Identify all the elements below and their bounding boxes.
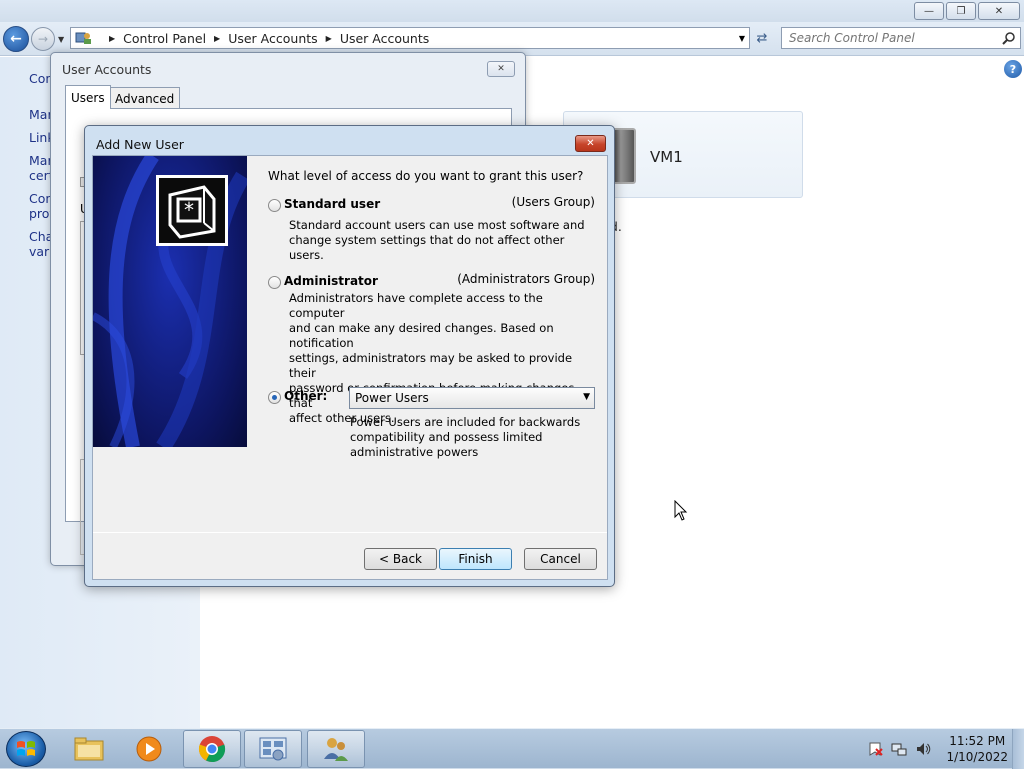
mouse-cursor-icon [674, 500, 688, 521]
taskbar-control-panel[interactable] [244, 730, 302, 768]
standard-user-description: Standard account users can use most soft… [289, 218, 599, 263]
chrome-icon [198, 736, 226, 763]
close-icon: ✕ [497, 64, 505, 74]
control-panel-icon [75, 32, 91, 44]
wizard-banner-image: * [93, 156, 247, 447]
description-line: administrative powers [350, 445, 479, 459]
dialog-body: * What level of access do you want to gr… [92, 155, 608, 580]
standard-user-radio[interactable] [268, 199, 281, 212]
svg-text:*: * [184, 198, 194, 222]
tab-users[interactable]: Users [65, 85, 111, 109]
taskbar-media-player[interactable] [120, 730, 178, 768]
chevron-right-icon[interactable]: ▶ [326, 34, 332, 43]
address-bar[interactable]: ▶ Control Panel ▶ User Accounts ▶ User A… [70, 27, 750, 49]
restore-icon: ❐ [956, 5, 966, 17]
users-icon [324, 738, 348, 761]
search-input[interactable] [789, 31, 989, 45]
taskbar-user-accounts[interactable] [307, 730, 365, 768]
back-button[interactable]: ← [3, 26, 29, 52]
close-icon: ✕ [586, 138, 595, 149]
taskbar-chrome[interactable] [183, 730, 241, 768]
administrator-radio[interactable] [268, 276, 281, 289]
close-window-button[interactable]: ✕ [978, 2, 1020, 20]
breadcrumb-user-accounts-current[interactable]: User Accounts [340, 31, 429, 46]
action-center-icon[interactable] [866, 740, 884, 758]
tab-advanced[interactable]: Advanced [109, 87, 181, 109]
description-line: Administrators have complete access to t… [289, 291, 543, 320]
access-level-question: What level of access do you want to gran… [268, 169, 584, 183]
navigation-bar: ← → ▼ ▶ Control Panel ▶ User Accounts ▶ … [0, 22, 1024, 56]
breadcrumb-control-panel[interactable]: Control Panel [123, 31, 206, 46]
chevron-down-icon[interactable]: ▼ [739, 34, 745, 43]
key-icon: * [156, 175, 228, 246]
dialog-title: User Accounts [62, 62, 152, 77]
windows-logo-icon [17, 741, 35, 756]
finish-button[interactable]: Finish [439, 548, 512, 570]
administrator-group: (Administrators Group) [457, 272, 595, 286]
standard-user-label[interactable]: Standard user [284, 197, 380, 211]
description-line: compatibility and possess limited [350, 430, 543, 444]
close-icon: ✕ [994, 5, 1004, 17]
description-line: change system settings that do not affec… [289, 233, 565, 262]
group-select-value: Power Users [355, 391, 429, 405]
other-description: Power Users are included for backwards c… [350, 415, 590, 460]
other-radio[interactable] [268, 391, 281, 404]
taskbar-clock[interactable]: 11:52 PM 1/10/2022 [946, 733, 1008, 765]
description-line: and can make any desired changes. Based … [289, 321, 554, 350]
dialog-title: Add New User [96, 137, 184, 152]
arrow-right-icon: → [37, 32, 49, 46]
chevron-right-icon[interactable]: ▶ [214, 34, 220, 43]
control-panel-icon [259, 737, 287, 761]
clock-date: 1/10/2022 [946, 750, 1008, 764]
standard-user-group: (Users Group) [511, 195, 595, 209]
description-line: Power Users are included for backwards [350, 415, 581, 429]
back-button[interactable]: < Back [364, 548, 437, 570]
add-new-user-dialog: Add New User ✕ * What level of access do… [84, 125, 615, 587]
arrow-left-icon: ← [10, 31, 22, 47]
start-button[interactable] [6, 731, 46, 767]
volume-icon[interactable] [914, 740, 932, 758]
chevron-down-icon[interactable]: ▼ [583, 392, 590, 402]
button-separator [93, 532, 607, 533]
cancel-button[interactable]: Cancel [524, 548, 597, 570]
description-line: settings, administrators may be asked to… [289, 351, 573, 380]
search-box[interactable] [781, 27, 1021, 49]
help-icon[interactable]: ? [1004, 60, 1022, 78]
taskbar: 11:52 PM 1/10/2022 [0, 728, 1024, 769]
other-label[interactable]: Other: [284, 389, 327, 403]
administrator-label[interactable]: Administrator [284, 274, 378, 288]
forward-button[interactable]: → [31, 27, 55, 51]
refresh-icon: ⇄ [756, 30, 768, 46]
folder-icon [74, 737, 104, 761]
search-icon[interactable] [1002, 31, 1016, 45]
group-select[interactable]: Power Users ▼ [349, 387, 595, 409]
recent-pages-dropdown[interactable]: ▼ [58, 35, 64, 44]
description-line: Standard account users can use most soft… [289, 218, 585, 232]
system-tray: 11:52 PM 1/10/2022 [866, 729, 1024, 769]
close-dialog-button[interactable]: ✕ [575, 135, 606, 152]
minimize-button[interactable]: — [914, 2, 944, 20]
breadcrumb-user-accounts[interactable]: User Accounts [228, 31, 317, 46]
clock-time: 11:52 PM [949, 734, 1006, 748]
minimize-icon: — [924, 5, 934, 17]
caption-buttons: — ❐ ✕ [914, 2, 1020, 20]
restore-button[interactable]: ❐ [946, 2, 976, 20]
taskbar-windows-explorer[interactable] [60, 730, 118, 768]
show-desktop-button[interactable] [1012, 729, 1024, 769]
refresh-button[interactable]: ⇄ [752, 28, 772, 48]
chevron-right-icon: ▶ [109, 33, 116, 43]
network-icon[interactable] [890, 740, 908, 758]
user-name: VM1 [650, 148, 683, 166]
close-dialog-button[interactable]: ✕ [487, 61, 515, 77]
media-player-icon [136, 736, 162, 762]
